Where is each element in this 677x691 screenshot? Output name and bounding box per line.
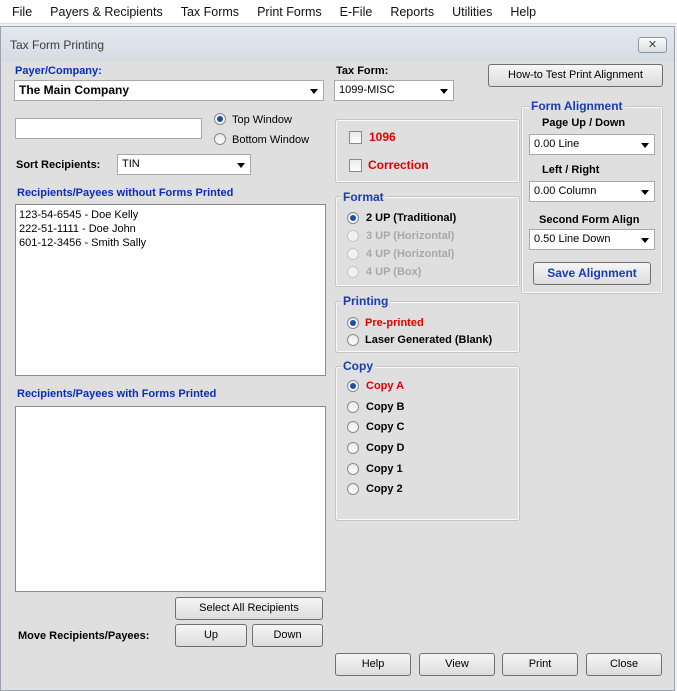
sort-label: Sort Recipients: — [16, 159, 101, 171]
sort-select[interactable]: TIN — [117, 154, 251, 175]
second-form-align-value: 0.50 Line Down — [534, 233, 611, 245]
format-4up-horizontal-label: 4 UP (Horizontal) — [366, 248, 455, 260]
format-4up-horizontal-radio[interactable] — [347, 248, 359, 260]
copy-d-label: Copy D — [366, 442, 405, 454]
tax-form-printing-window: Tax Form Printing ✕ Payer/Company: The M… — [0, 26, 675, 691]
chevron-down-icon — [641, 238, 649, 243]
top-window-label: Top Window — [232, 114, 292, 126]
menu-print-forms[interactable]: Print Forms — [248, 5, 331, 19]
payer-label: Payer/Company: — [15, 65, 102, 77]
copy-a-label: Copy A — [366, 380, 405, 392]
list-item[interactable]: 222-51-1111 - Doe John — [19, 222, 322, 236]
format-4up-box-radio[interactable] — [347, 266, 359, 278]
list-item[interactable]: 601-12-3456 - Smith Sally — [19, 236, 322, 250]
move-down-button[interactable]: Down — [252, 624, 323, 647]
without-list-label: Recipients/Payees without Forms Printed — [17, 187, 234, 199]
sort-value: TIN — [122, 158, 140, 170]
print-button[interactable]: Print — [502, 653, 578, 676]
second-form-align-label: Second Form Align — [539, 214, 640, 226]
top-window-radio[interactable] — [214, 113, 226, 125]
menu-e-file[interactable]: E-File — [331, 5, 382, 19]
window-title: Tax Form Printing — [10, 38, 105, 52]
menu-file[interactable]: File — [3, 5, 41, 19]
copy-group — [335, 366, 520, 521]
left-right-value: 0.00 Column — [534, 185, 597, 197]
copy-b-radio[interactable] — [347, 401, 359, 413]
window-close-button[interactable]: ✕ — [638, 37, 667, 53]
format-title: Format — [341, 190, 386, 204]
page-up-down-select[interactable]: 0.00 Line — [529, 134, 655, 155]
move-recipients-label: Move Recipients/Payees: — [18, 630, 150, 642]
format-2up-label: 2 UP (Traditional) — [366, 212, 457, 224]
menu-payers-recipients[interactable]: Payers & Recipients — [41, 5, 172, 19]
move-up-button[interactable]: Up — [175, 624, 247, 647]
format-4up-box-label: 4 UP (Box) — [366, 266, 422, 278]
payer-value: The Main Company — [19, 83, 130, 97]
menu-help[interactable]: Help — [501, 5, 545, 19]
copy-1-label: Copy 1 — [366, 463, 403, 475]
howto-test-print-button[interactable]: How-to Test Print Alignment — [488, 64, 663, 87]
form-options-group — [335, 119, 520, 183]
close-icon: ✕ — [647, 39, 658, 51]
correction-label: Correction — [368, 158, 429, 172]
with-list-label: Recipients/Payees with Forms Printed — [17, 388, 217, 400]
copy-a-radio[interactable] — [347, 380, 359, 392]
left-right-select[interactable]: 0.00 Column — [529, 181, 655, 202]
format-3up-label: 3 UP (Horizontal) — [366, 230, 455, 242]
correction-checkbox[interactable] — [349, 159, 362, 172]
form-1096-label: 1096 — [369, 130, 396, 144]
copy-title: Copy — [341, 359, 375, 373]
left-right-label: Left / Right — [542, 164, 600, 176]
tax-form-select[interactable]: 1099-MISC — [334, 80, 454, 101]
tax-form-label: Tax Form: — [336, 65, 389, 77]
save-alignment-button[interactable]: Save Alignment — [533, 262, 651, 285]
preprinted-radio[interactable] — [347, 317, 359, 329]
search-input[interactable] — [15, 118, 202, 139]
second-form-align-select[interactable]: 0.50 Line Down — [529, 229, 655, 250]
menu-reports[interactable]: Reports — [381, 5, 443, 19]
help-button[interactable]: Help — [335, 653, 411, 676]
menu-tax-forms[interactable]: Tax Forms — [172, 5, 248, 19]
chevron-down-icon — [440, 89, 448, 94]
select-all-recipients-button[interactable]: Select All Recipients — [175, 597, 323, 620]
form-1096-checkbox[interactable] — [349, 131, 362, 144]
bottom-window-radio[interactable] — [214, 133, 226, 145]
printing-title: Printing — [341, 294, 391, 308]
chevron-down-icon — [310, 89, 318, 94]
copy-1-radio[interactable] — [347, 463, 359, 475]
copy-d-radio[interactable] — [347, 442, 359, 454]
page-up-down-value: 0.00 Line — [534, 138, 580, 150]
without-forms-list[interactable]: 123-54-6545 - Doe Kelly 222-51-1111 - Do… — [15, 204, 326, 376]
list-item[interactable]: 123-54-6545 - Doe Kelly — [19, 208, 322, 222]
page-up-down-label: Page Up / Down — [542, 117, 626, 129]
copy-2-radio[interactable] — [347, 483, 359, 495]
menu-bar: File Payers & Recipients Tax Forms Print… — [0, 0, 677, 24]
copy-c-radio[interactable] — [347, 421, 359, 433]
view-button[interactable]: View — [419, 653, 495, 676]
laser-generated-label: Laser Generated (Blank) — [365, 334, 493, 346]
copy-c-label: Copy C — [366, 421, 405, 433]
close-button[interactable]: Close — [586, 653, 662, 676]
payer-select[interactable]: The Main Company — [14, 80, 324, 101]
laser-generated-radio[interactable] — [347, 334, 359, 346]
bottom-window-label: Bottom Window — [232, 134, 310, 146]
chevron-down-icon — [237, 163, 245, 168]
with-forms-list[interactable] — [15, 406, 326, 592]
tax-form-value: 1099-MISC — [339, 84, 395, 96]
chevron-down-icon — [641, 190, 649, 195]
menu-utilities[interactable]: Utilities — [443, 5, 501, 19]
preprinted-label: Pre-printed — [365, 317, 424, 329]
window-titlebar: Tax Form Printing ✕ — [1, 27, 674, 61]
format-3up-radio[interactable] — [347, 230, 359, 242]
format-2up-radio[interactable] — [347, 212, 359, 224]
copy-b-label: Copy B — [366, 401, 405, 413]
chevron-down-icon — [641, 143, 649, 148]
copy-2-label: Copy 2 — [366, 483, 403, 495]
form-alignment-title: Form Alignment — [529, 99, 625, 113]
